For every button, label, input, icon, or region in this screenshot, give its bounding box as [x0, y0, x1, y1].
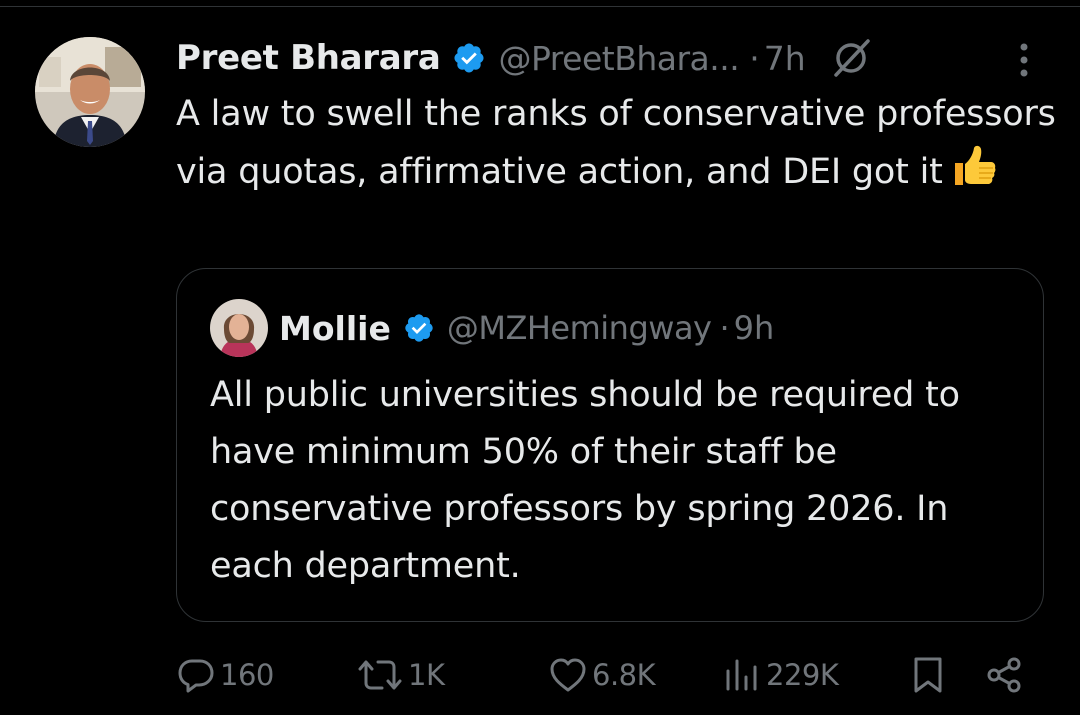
share-icon — [984, 655, 1024, 695]
verified-badge-icon[interactable] — [452, 41, 486, 75]
reply-count: 160 — [220, 658, 274, 692]
quoted-tweet-card[interactable]: Mollie @MZHemingway · 9h All public univ… — [176, 268, 1044, 622]
repost-button[interactable]: 1K — [356, 650, 445, 700]
repost-icon — [356, 655, 404, 695]
tweet-timestamp[interactable]: 7h — [764, 39, 806, 78]
tweet-text: A law to swell the ranks of conservative… — [176, 86, 1056, 201]
quoted-author-avatar[interactable] — [210, 299, 268, 357]
quoted-tweet-header: Mollie @MZHemingway · 9h — [279, 303, 774, 353]
author-handle[interactable]: @PreetBhara... — [498, 39, 739, 78]
top-divider — [0, 6, 1080, 7]
bookmark-button[interactable] — [910, 650, 946, 700]
tweet-header: Preet Bharara @PreetBhara... · 7h — [176, 30, 874, 86]
thumbs-up-emoji-icon — [951, 143, 997, 189]
grok-icon[interactable] — [828, 35, 874, 81]
author-avatar[interactable] — [35, 37, 145, 147]
quoted-author-handle[interactable]: @MZHemingway — [447, 309, 712, 347]
author-name[interactable]: Preet Bharara — [176, 38, 441, 78]
like-button[interactable]: 6.8K — [548, 650, 656, 700]
views-chart-icon — [722, 655, 762, 695]
repost-count: 1K — [408, 658, 445, 692]
share-button[interactable] — [984, 650, 1024, 700]
separator-dot: · — [749, 38, 760, 78]
like-count: 6.8K — [592, 658, 656, 692]
quoted-tweet-timestamp[interactable]: 9h — [734, 309, 775, 347]
more-vertical-icon[interactable] — [1010, 40, 1038, 80]
quoted-author-name[interactable]: Mollie — [279, 309, 391, 348]
views-button[interactable]: 229K — [722, 650, 839, 700]
verified-badge-icon[interactable] — [403, 312, 435, 344]
bookmark-icon — [910, 655, 946, 695]
reply-button[interactable]: 160 — [176, 650, 274, 700]
heart-icon — [548, 655, 588, 695]
tweet-body: A law to swell the ranks of conservative… — [176, 94, 1056, 192]
separator-dot: · — [719, 309, 730, 347]
reply-icon — [176, 655, 216, 695]
views-count: 229K — [766, 658, 839, 692]
quoted-tweet-text: All public universities should be requir… — [210, 375, 960, 586]
